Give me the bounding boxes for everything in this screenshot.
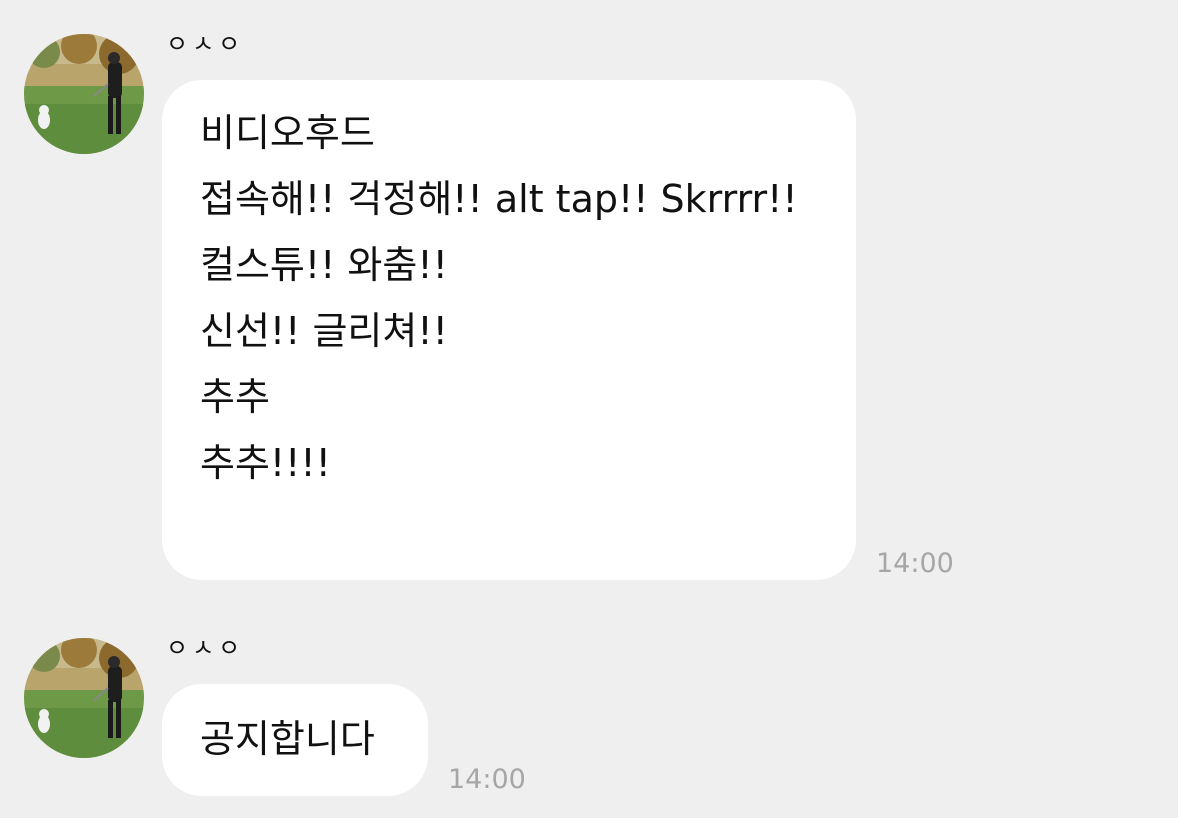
message-line: 비디오후드 [200,111,375,155]
sender-name: ㅇㅅㅇ [166,30,245,58]
avatar[interactable] [24,34,144,154]
message-line: 컬스튜!! 와춤!! [200,243,448,287]
message-line: 접속해!! 걱정해!! alt tap!! Skrrrr!! [200,177,798,221]
message-line: 신선!! 글리쳐!! [200,309,448,353]
sender-name: ㅇㅅㅇ [166,634,245,662]
message-timestamp: 14:00 [448,764,526,795]
message-line: 추추!!!! [200,441,331,485]
profile-photo-icon [24,638,144,758]
profile-photo-icon [24,34,144,154]
avatar[interactable] [24,638,144,758]
message-bubble[interactable]: 공지합니다 [162,684,428,796]
message-timestamp: 14:00 [876,548,954,579]
message-line: 추추 [200,375,270,419]
message-bubble[interactable]: 비디오후드 접속해!! 걱정해!! alt tap!! Skrrrr!! 컬스튜… [162,80,856,580]
message-line: 공지합니다 [200,717,375,761]
